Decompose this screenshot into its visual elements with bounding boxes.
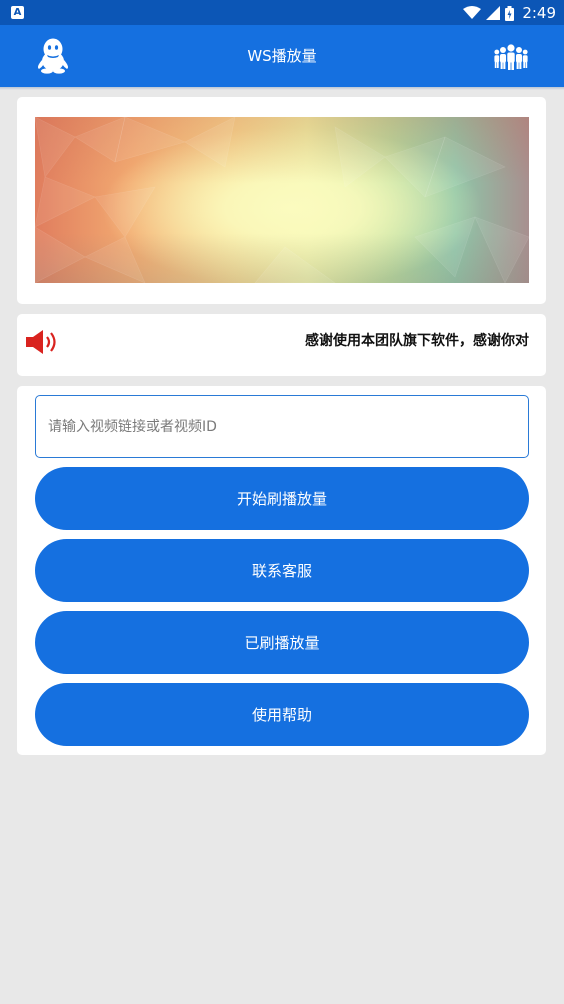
start-button[interactable]: 开始刷播放量: [35, 467, 529, 530]
app-bar: WS播放量: [0, 25, 564, 90]
help-button[interactable]: 使用帮助: [35, 683, 529, 746]
contact-support-button[interactable]: 联系客服: [35, 539, 529, 602]
battery-icon: [505, 5, 515, 21]
notice-card: 感谢使用本团队旗下软件，感谢你对: [17, 314, 546, 376]
app-bar-shadow: [0, 87, 564, 90]
clock: 2:49: [522, 4, 556, 22]
signal-icon: [486, 6, 501, 20]
history-button[interactable]: 已刷播放量: [35, 611, 529, 674]
video-url-input[interactable]: [35, 395, 529, 458]
status-icons: 2:49: [463, 3, 556, 23]
group-icon[interactable]: [494, 44, 528, 70]
speaker-icon: [26, 330, 56, 354]
notice-marquee-text: 感谢使用本团队旗下软件，感谢你对: [305, 333, 529, 349]
form-card: 开始刷播放量 联系客服 已刷播放量 使用帮助: [17, 386, 546, 755]
app-notification-icon: A: [11, 6, 24, 19]
banner-card: [17, 97, 546, 304]
status-bar: A 2:49: [0, 0, 564, 25]
banner-image[interactable]: [35, 117, 529, 283]
banner-low-poly-pattern: [35, 117, 529, 283]
page-title: WS播放量: [247, 47, 317, 65]
wifi-icon: [463, 6, 482, 19]
